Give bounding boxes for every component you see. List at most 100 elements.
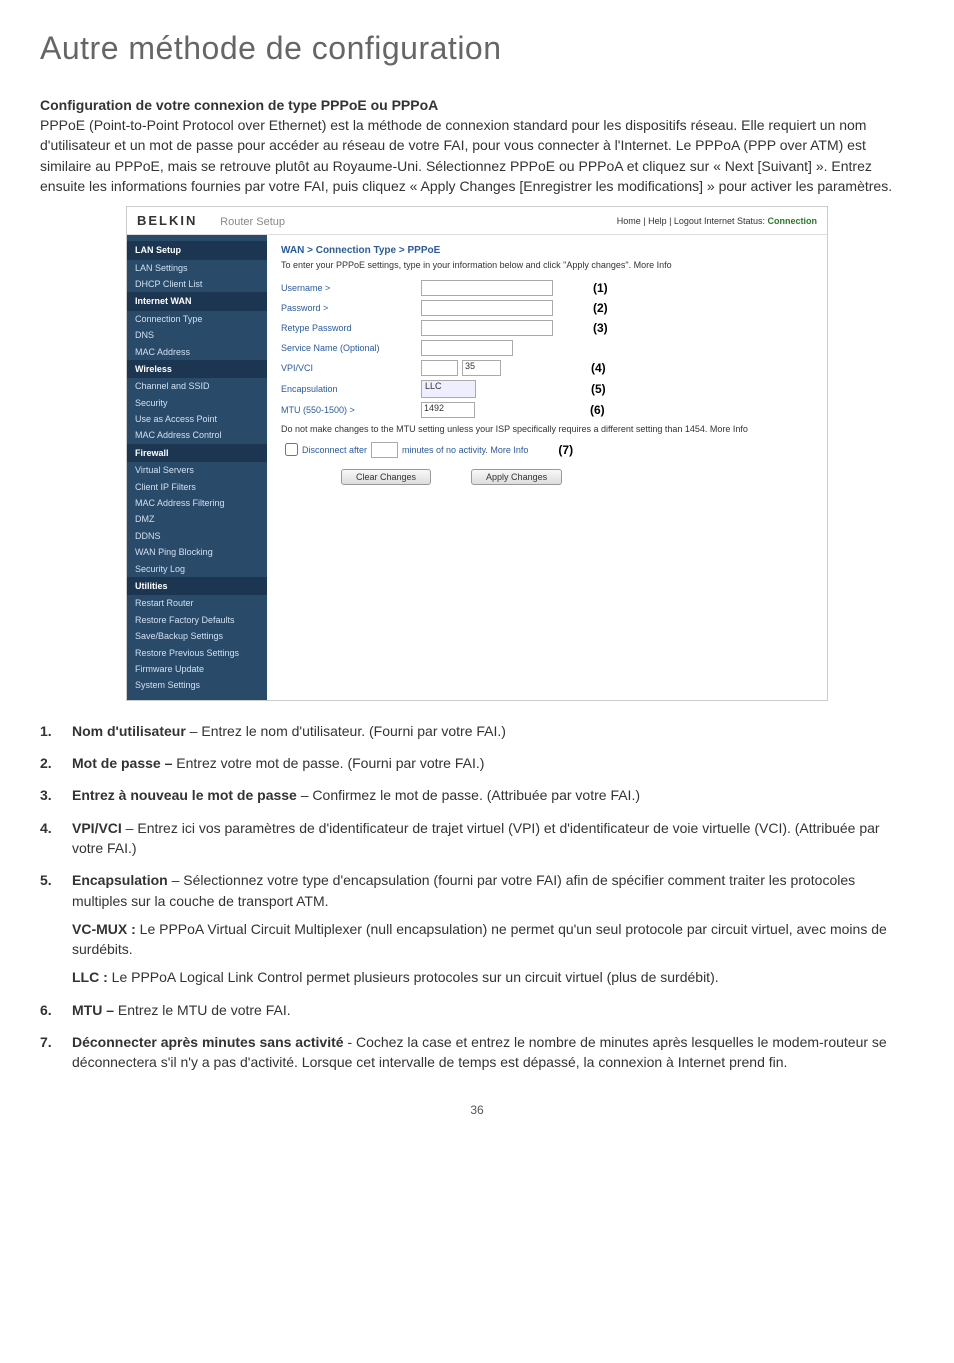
sidebar-item[interactable]: WAN Ping Blocking	[127, 544, 267, 560]
username-input[interactable]	[421, 280, 553, 296]
item-number: 6.	[40, 1000, 72, 1020]
mtu-note: Do not make changes to the MTU setting u…	[281, 424, 813, 434]
brand-logo: BELKIN	[137, 213, 197, 228]
item-title: Déconnecter après minutes sans activité	[72, 1034, 344, 1050]
list-item: 6. MTU – Entrez le MTU de votre FAI.	[40, 1000, 914, 1020]
llc-desc: Le PPPoA Logical Link Control permet plu…	[108, 969, 719, 985]
sidebar-header-wan: Internet WAN	[127, 292, 267, 310]
item-desc: – Entrez le nom d'utilisateur. (Fourni p…	[186, 723, 506, 739]
item-number: 3.	[40, 785, 72, 805]
sidebar-item[interactable]: DNS	[127, 327, 267, 343]
marker-1: (1)	[593, 281, 608, 295]
item-desc: Entrez votre mot de passe. (Fourni par v…	[172, 755, 484, 771]
vcmux-title: VC-MUX :	[72, 921, 136, 937]
mtu-label: MTU (550-1500) >	[281, 405, 421, 415]
item-desc: – Confirmez le mot de passe. (Attribuée …	[297, 787, 640, 803]
clear-changes-button[interactable]: Clear Changes	[341, 469, 431, 485]
service-input[interactable]	[421, 340, 513, 356]
item-number: 4.	[40, 818, 72, 859]
disconnect-label: Disconnect after	[302, 445, 367, 455]
apply-changes-button[interactable]: Apply Changes	[471, 469, 562, 485]
screenshot-main: WAN > Connection Type > PPPoE To enter y…	[267, 235, 827, 700]
password-input[interactable]	[421, 300, 553, 316]
sidebar-header-wireless: Wireless	[127, 360, 267, 378]
list-item: 7. Déconnecter après minutes sans activi…	[40, 1032, 914, 1073]
encap-label: Encapsulation	[281, 384, 421, 394]
disconnect-checkbox[interactable]	[285, 443, 298, 456]
list-item: 3. Entrez à nouveau le mot de passe – Co…	[40, 785, 914, 805]
sidebar-item[interactable]: Restore Factory Defaults	[127, 612, 267, 628]
sidebar-header-utilities: Utilities	[127, 577, 267, 595]
sidebar-item[interactable]: Use as Access Point	[127, 411, 267, 427]
sidebar-item[interactable]: Security	[127, 395, 267, 411]
sidebar-header-lan: LAN Setup	[127, 241, 267, 259]
sidebar-item[interactable]: System Settings	[127, 677, 267, 693]
numbered-list: 1. Nom d'utilisateur – Entrez le nom d'u…	[40, 721, 914, 1073]
item-number: 5.	[40, 870, 72, 987]
sidebar-item[interactable]: DDNS	[127, 528, 267, 544]
item-title: MTU –	[72, 1002, 114, 1018]
item-title: Entrez à nouveau le mot de passe	[72, 787, 297, 803]
vpivci-label: VPI/VCI	[281, 363, 421, 373]
disconnect-minutes-input[interactable]	[371, 442, 398, 458]
item-title: Nom d'utilisateur	[72, 723, 186, 739]
item-number: 7.	[40, 1032, 72, 1073]
sidebar-item[interactable]: Save/Backup Settings	[127, 628, 267, 644]
username-label: Username >	[281, 283, 421, 293]
sidebar-item[interactable]: MAC Address Filtering	[127, 495, 267, 511]
sidebar-item[interactable]: LAN Settings	[127, 260, 267, 276]
vcmux-desc: Le PPPoA Virtual Circuit Multiplexer (nu…	[72, 921, 887, 957]
list-item: 5. Encapsulation – Sélectionnez votre ty…	[40, 870, 914, 987]
sidebar-item[interactable]: MAC Address Control	[127, 427, 267, 443]
marker-4: (4)	[591, 361, 606, 375]
list-item: 1. Nom d'utilisateur – Entrez le nom d'u…	[40, 721, 914, 741]
sidebar-item[interactable]: MAC Address	[127, 344, 267, 360]
vci-input[interactable]: 35	[462, 360, 501, 376]
sidebar-item[interactable]: Connection Type	[127, 311, 267, 327]
marker-5: (5)	[591, 382, 606, 396]
sidebar-item[interactable]: DMZ	[127, 511, 267, 527]
sidebar-item[interactable]: Client IP Filters	[127, 479, 267, 495]
marker-3: (3)	[593, 321, 608, 335]
item-desc: Entrez le MTU de votre FAI.	[114, 1002, 291, 1018]
sidebar-item[interactable]: Restart Router	[127, 595, 267, 611]
header-subtitle: Router Setup	[220, 216, 285, 228]
intro-paragraph: PPPoE (Point-to-Point Protocol over Ethe…	[40, 115, 914, 196]
status-links: Home | Help | Logout Internet Status:	[617, 216, 765, 226]
router-screenshot: BELKIN Router Setup Home | Help | Logout…	[126, 206, 828, 701]
item-title: VPI/VCI	[72, 820, 122, 836]
llc-title: LLC :	[72, 969, 108, 985]
sidebar-item[interactable]: Restore Previous Settings	[127, 645, 267, 661]
breadcrumb: WAN > Connection Type > PPPoE	[281, 245, 813, 256]
item-number: 1.	[40, 721, 72, 741]
sidebar-item[interactable]: Channel and SSID	[127, 378, 267, 394]
item-title: Encapsulation	[72, 872, 168, 888]
item-number: 2.	[40, 753, 72, 773]
encap-select[interactable]: LLC	[421, 380, 476, 398]
marker-2: (2)	[593, 301, 608, 315]
screenshot-header: BELKIN Router Setup Home | Help | Logout…	[127, 207, 827, 235]
sidebar-item[interactable]: DHCP Client List	[127, 276, 267, 292]
sidebar-header-firewall: Firewall	[127, 444, 267, 462]
sidebar-item[interactable]: Virtual Servers	[127, 462, 267, 478]
page-title: Autre méthode de configuration	[40, 30, 914, 67]
sidebar-item[interactable]: Firmware Update	[127, 661, 267, 677]
retype-input[interactable]	[421, 320, 553, 336]
marker-6: (6)	[590, 403, 605, 417]
list-item: 2. Mot de passe – Entrez votre mot de pa…	[40, 753, 914, 773]
page-number: 36	[40, 1103, 914, 1117]
list-item: 4. VPI/VCI – Entrez ici vos paramètres d…	[40, 818, 914, 859]
vpi-input[interactable]	[421, 360, 458, 376]
section-heading: Configuration de votre connexion de type…	[40, 97, 914, 113]
password-label: Password >	[281, 303, 421, 313]
status-value: Connection	[768, 216, 818, 226]
status-bar: Home | Help | Logout Internet Status: Co…	[617, 216, 817, 226]
sidebar-item[interactable]: Security Log	[127, 561, 267, 577]
sidebar: LAN Setup LAN Settings DHCP Client List …	[127, 235, 267, 700]
item-desc: – Entrez ici vos paramètres de d'identif…	[72, 820, 880, 856]
retype-label: Retype Password	[281, 323, 421, 333]
service-label: Service Name (Optional)	[281, 343, 421, 353]
mtu-input[interactable]: 1492	[421, 402, 475, 418]
item-desc: – Sélectionnez votre type d'encapsulatio…	[72, 872, 855, 908]
marker-7: (7)	[558, 443, 573, 457]
